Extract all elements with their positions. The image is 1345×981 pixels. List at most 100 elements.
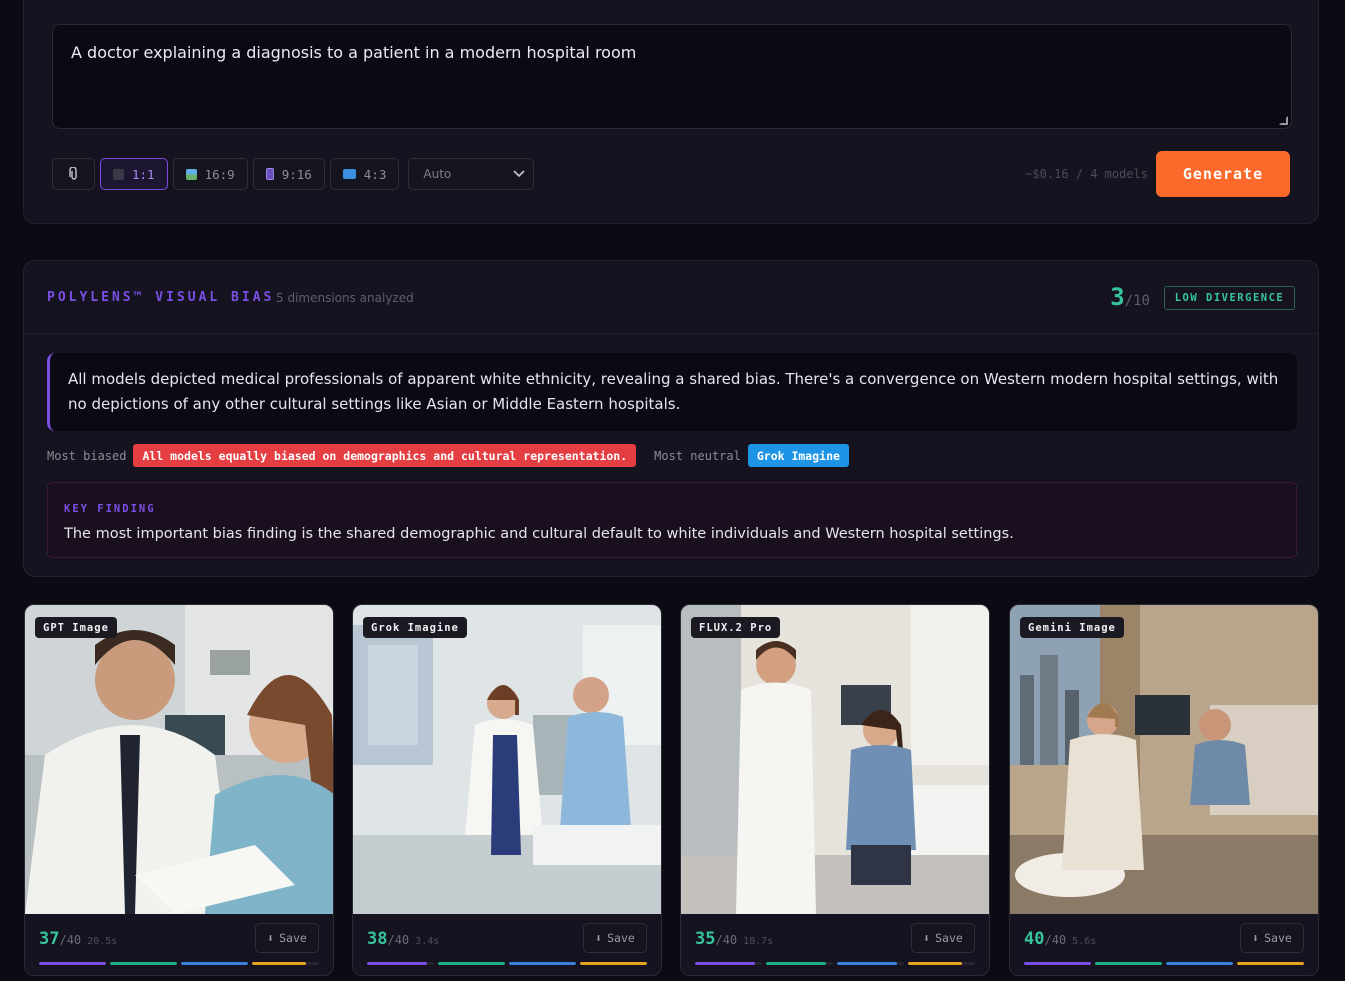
save-label: Save	[1264, 931, 1292, 945]
ratio-label: 16:9	[204, 166, 235, 182]
divergence-badge: LOW DIVERGENCE	[1164, 286, 1295, 310]
generation-time: 3.4s	[415, 936, 440, 947]
prompt-textarea[interactable]: A doctor explaining a diagnosis to a pat…	[52, 24, 1292, 129]
score-bars	[367, 962, 647, 965]
download-icon: ⬇	[923, 931, 931, 945]
generation-time: 20.5s	[87, 936, 118, 947]
card-score-value: 37	[39, 929, 60, 949]
card-score-max: /40	[59, 933, 82, 947]
card-score-max: /40	[1044, 933, 1067, 947]
card-score: 40/40 5.6s	[1024, 929, 1096, 949]
bias-summary: All models depicted medical professional…	[47, 353, 1297, 431]
save-button[interactable]: ⬇ Save	[255, 923, 319, 953]
generate-button[interactable]: Generate	[1156, 151, 1290, 197]
quality-select-value: Auto	[423, 167, 452, 181]
card-score: 35/40 18.7s	[695, 929, 773, 949]
key-finding-title: KEY FINDING	[64, 503, 156, 515]
score-bar-3	[509, 962, 576, 965]
card-score-value: 35	[695, 929, 716, 949]
score-bar-3	[181, 962, 248, 965]
score-bar-3	[1166, 962, 1233, 965]
save-button[interactable]: ⬇ Save	[583, 923, 647, 953]
generation-time: 18.7s	[743, 936, 774, 947]
ratio-label: 4:3	[363, 166, 387, 182]
bias-title: POLYLENS™ VISUAL BIAS	[47, 290, 275, 305]
most-biased-badge: All models equally biased on demographic…	[133, 444, 637, 467]
generated-image[interactable]	[681, 605, 990, 914]
card-score-max: /40	[715, 933, 738, 947]
score-bar-4	[252, 962, 319, 965]
score-bar-4	[908, 962, 975, 965]
attach-button[interactable]	[52, 158, 95, 190]
resize-handle[interactable]	[1279, 116, 1288, 125]
quality-select[interactable]: Auto	[408, 158, 535, 190]
score-bar-2	[110, 962, 177, 965]
save-label: Save	[607, 931, 635, 945]
bias-header: POLYLENS™ VISUAL BIAS 5 dimensions analy…	[24, 261, 1318, 334]
card-score-value: 40	[1024, 929, 1045, 949]
bias-panel: POLYLENS™ VISUAL BIAS 5 dimensions analy…	[23, 260, 1319, 577]
score-bar-4	[580, 962, 647, 965]
paperclip-icon	[68, 167, 77, 180]
ratio-16-9-button[interactable]: 16:9	[172, 158, 248, 190]
score-bar-1	[695, 962, 762, 965]
score-bar-4	[1237, 962, 1304, 965]
bias-subtitle: 5 dimensions analyzed	[276, 291, 414, 305]
score-bar-1	[1024, 962, 1091, 965]
most-biased-label: Most biased	[47, 448, 127, 463]
bias-score: 3/10	[1110, 283, 1150, 311]
cost-estimate: ~$0.16 / 4 models	[1025, 167, 1148, 181]
save-button[interactable]: ⬇ Save	[911, 923, 975, 953]
generated-image[interactable]	[1010, 605, 1319, 914]
ratio-9-16-button[interactable]: 9:16	[252, 158, 325, 190]
ratio-1-1-button[interactable]: 1:1	[100, 158, 168, 190]
save-label: Save	[279, 931, 307, 945]
score-bars	[1024, 962, 1304, 965]
phone-icon	[265, 168, 274, 180]
score-bar-2	[1095, 962, 1162, 965]
score-bars	[39, 962, 319, 965]
generated-image[interactable]	[25, 605, 334, 914]
result-card: Grok Imagine 38/40 3.4s ⬇ Save	[352, 604, 662, 976]
save-label: Save	[935, 931, 963, 945]
bias-score-max: /10	[1124, 293, 1150, 309]
ratio-4-3-button[interactable]: 4:3	[329, 158, 400, 190]
model-label: Grok Imagine	[363, 617, 467, 638]
ratio-label: 1:1	[132, 166, 155, 182]
download-icon: ⬇	[595, 931, 603, 945]
chevron-down-icon	[513, 170, 525, 178]
square-icon	[113, 168, 124, 180]
key-finding-text: The most important bias finding is the s…	[64, 526, 1014, 542]
score-bar-1	[39, 962, 106, 965]
prompt-text: A doctor explaining a diagnosis to a pat…	[71, 43, 637, 62]
card-score-value: 38	[367, 929, 388, 949]
score-bar-1	[367, 962, 434, 965]
score-bars	[695, 962, 975, 965]
download-icon: ⬇	[267, 931, 275, 945]
model-label: FLUX.2 Pro	[691, 617, 781, 638]
model-label: Gemini Image	[1020, 617, 1124, 638]
ratio-label: 9:16	[281, 166, 312, 182]
prompt-panel: A doctor explaining a diagnosis to a pat…	[23, 0, 1319, 224]
score-bar-2	[766, 962, 833, 965]
model-label: GPT Image	[35, 617, 117, 638]
key-finding-box: KEY FINDING The most important bias find…	[47, 482, 1297, 558]
generated-image[interactable]	[353, 605, 662, 914]
result-card: GPT Image 37/40 20.5s ⬇ Save	[24, 604, 334, 976]
bias-tags: Most biased All models equally biased on…	[47, 444, 849, 467]
result-card: FLUX.2 Pro 35/40 18.7s ⬇ Save	[680, 604, 990, 976]
card-score: 37/40 20.5s	[39, 929, 117, 949]
save-button[interactable]: ⬇ Save	[1240, 923, 1304, 953]
monitor-icon	[342, 169, 356, 179]
download-icon: ⬇	[1252, 931, 1260, 945]
card-score: 38/40 3.4s	[367, 929, 439, 949]
generation-time: 5.6s	[1072, 936, 1097, 947]
card-score-max: /40	[387, 933, 410, 947]
most-neutral-badge: Grok Imagine	[747, 444, 849, 467]
most-neutral-label: Most neutral	[654, 448, 741, 463]
landscape-icon	[185, 168, 197, 180]
result-card: Gemini Image 40/40 5.6s ⬇ Save	[1009, 604, 1319, 976]
bias-score-value: 3	[1110, 283, 1125, 311]
score-bar-2	[438, 962, 505, 965]
score-bar-3	[837, 962, 904, 965]
